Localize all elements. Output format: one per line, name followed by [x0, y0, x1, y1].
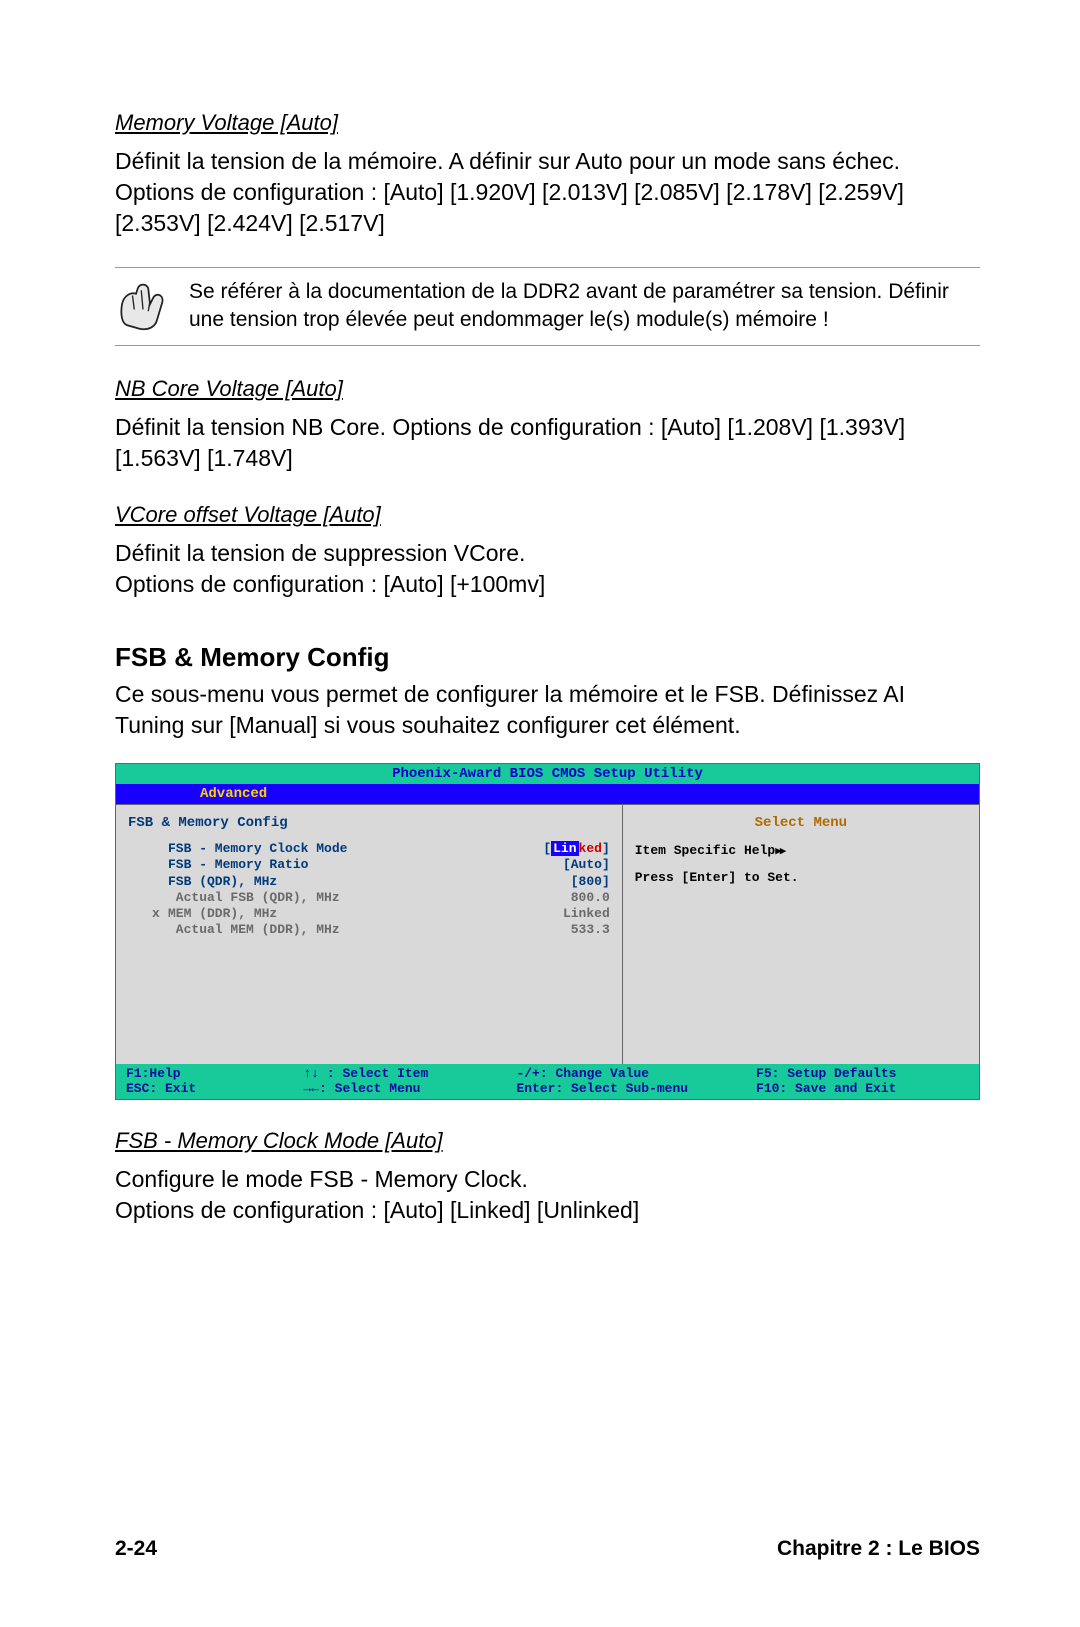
vcore-body: Définit la tension de suppression VCore.… [115, 538, 980, 600]
bios-row: FSB - Memory Clock Mode[Linked] [152, 841, 610, 857]
bios-key-footer: F1:Help ↑↓ : Select Item -/+: Change Val… [116, 1064, 979, 1099]
fsb-config-title: FSB & Memory Config [115, 642, 980, 673]
fsb-clock-body: Configure le mode FSB - Memory Clock. Op… [115, 1164, 980, 1226]
key-enter: Enter: Select Sub-menu [516, 1081, 756, 1096]
chapter-label: Chapitre 2 : Le BIOS [777, 1537, 980, 1561]
bios-help-label: Item Specific Help▶▶ [635, 843, 967, 858]
key-f10: F10: Save and Exit [756, 1081, 969, 1096]
note-hand-icon [115, 278, 171, 334]
bios-left-title: FSB & Memory Config [128, 815, 610, 831]
key-f5: F5: Setup Defaults [756, 1066, 969, 1081]
bios-row: Actual FSB (QDR), MHz 800.0 [152, 890, 610, 906]
page-footer: 2-24 Chapitre 2 : Le BIOS [115, 1537, 980, 1561]
key-change: -/+: Change Value [516, 1066, 756, 1081]
page-number: 2-24 [115, 1537, 157, 1561]
fsb-config-body: Ce sous-menu vous permet de configurer l… [115, 679, 980, 741]
bios-left-pane: FSB & Memory Config FSB - Memory Clock M… [116, 805, 623, 1064]
bios-right-pane: Select Menu Item Specific Help▶▶ Press [… [623, 805, 979, 1064]
bios-title-bar: Phoenix-Award BIOS CMOS Setup Utility [116, 764, 979, 784]
bios-row: xMEM (DDR), MHzLinked [152, 906, 610, 922]
bios-screenshot: Phoenix-Award BIOS CMOS Setup Utility Ad… [115, 763, 980, 1100]
bios-row: FSB (QDR), MHz[800] [152, 874, 610, 890]
bios-help-text: Press [Enter] to Set. [635, 870, 967, 885]
note-block: Se référer à la documentation de la DDR2… [115, 267, 980, 346]
note-text: Se référer à la documentation de la DDR2… [189, 278, 980, 335]
key-updown: ↑↓ : Select Item [303, 1066, 516, 1081]
mem-voltage-heading: Memory Voltage [Auto] [115, 110, 980, 136]
key-esc: ESC: Exit [126, 1081, 303, 1096]
bios-row: FSB - Memory Ratio[Auto] [152, 857, 610, 873]
bios-right-title: Select Menu [635, 815, 967, 831]
bios-row: Actual MEM (DDR), MHz533.3 [152, 922, 610, 938]
key-leftright: →←: Select Menu [303, 1081, 516, 1096]
mem-voltage-body: Définit la tension de la mémoire. A défi… [115, 146, 980, 239]
vcore-heading: VCore offset Voltage [Auto] [115, 502, 980, 528]
nbcore-heading: NB Core Voltage [Auto] [115, 376, 980, 402]
fsb-clock-heading: FSB - Memory Clock Mode [Auto] [115, 1128, 980, 1154]
nbcore-body: Définit la tension NB Core. Options de c… [115, 412, 980, 474]
key-f1: F1:Help [126, 1066, 303, 1081]
bios-tab-bar: Advanced [116, 784, 979, 804]
arrow-right-icon: ▶▶ [775, 846, 784, 858]
